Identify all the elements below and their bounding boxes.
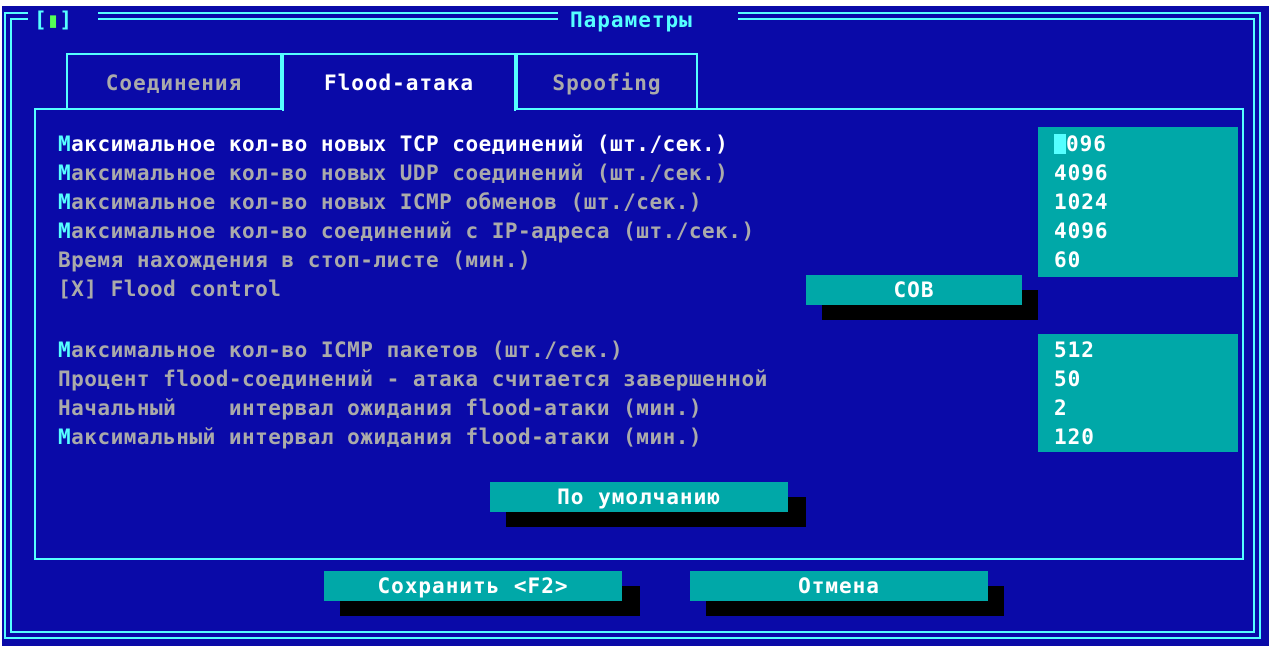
initial-interval-value-field[interactable]: 2	[1054, 393, 1068, 423]
row-label: аксимальный интервал ожидания flood-атак…	[71, 425, 703, 449]
defaults-button[interactable]: По умолчанию	[490, 482, 788, 512]
text-cursor	[1054, 134, 1066, 154]
save-button[interactable]: Сохранить <F2>	[324, 571, 622, 601]
tcp-value-field[interactable]: 096	[1054, 129, 1107, 159]
tab-spoofing[interactable]: Spoofing	[516, 53, 698, 109]
close-icon: ▮	[46, 8, 60, 32]
close-box-right: ]	[59, 8, 72, 32]
setting-row-initial-interval[interactable]: Начальный интервал ожидания flood-атаки …	[58, 393, 702, 423]
close-box[interactable]: [▮]	[34, 8, 72, 32]
setting-row-tcp[interactable]: Максимальное кол-во новых TCP соединений…	[58, 129, 728, 159]
icmp-packets-value-field[interactable]: 512	[1054, 335, 1095, 365]
row-hotkey: М	[58, 338, 72, 362]
row-hotkey: М	[58, 161, 72, 185]
stoplist-time-value-field[interactable]: 60	[1054, 245, 1081, 275]
setting-row-icmp-exchanges[interactable]: Максимальное кол-во новых ICMP обменов (…	[58, 187, 702, 217]
row-label: аксимальное кол-во новых ICMP обменов (ш…	[71, 190, 703, 214]
close-box-left: [	[34, 8, 47, 32]
tab-flood-attack[interactable]: Flood-атака	[282, 53, 516, 111]
row-label: аксимальное кол-во соединений с IP-адрес…	[71, 219, 755, 243]
row-label: аксимальное кол-во ICMP пакетов (шт./сек…	[71, 338, 624, 362]
dialog-title: Параметры	[570, 8, 693, 32]
setting-row-max-interval[interactable]: Максимальный интервал ожидания flood-ата…	[58, 422, 702, 452]
row-label: Начальный интервал ожидания flood-атаки …	[58, 396, 703, 420]
flood-percent-value-field[interactable]: 50	[1054, 364, 1081, 394]
setting-row-udp[interactable]: Максимальное кол-во новых UDP соединений…	[58, 158, 728, 188]
screen: [▮] Параметры Соединения Flood-атака Spo…	[0, 0, 1273, 649]
row-label: Процент flood-соединений - атака считает…	[58, 367, 768, 391]
row-hotkey: М	[58, 219, 72, 243]
cob-button[interactable]: СОВ	[806, 275, 1022, 305]
setting-row-ip-connections[interactable]: Максимальное кол-во соединений с IP-адре…	[58, 216, 755, 246]
row-hotkey: М	[58, 132, 72, 156]
row-label: аксимальное кол-во новых UDP соединений …	[71, 161, 729, 185]
setting-row-flood-percent[interactable]: Процент flood-соединений - атака считает…	[58, 364, 768, 394]
flood-control-checkbox[interactable]: [X] Flood control	[58, 274, 281, 304]
row-label: Время нахождения в стоп-листе (мин.)	[58, 248, 532, 272]
udp-value-field[interactable]: 4096	[1054, 158, 1109, 188]
tcp-value: 096	[1066, 132, 1107, 156]
max-interval-value-field[interactable]: 120	[1054, 422, 1095, 452]
setting-row-icmp-packets[interactable]: Максимальное кол-во ICMP пакетов (шт./се…	[58, 335, 623, 365]
row-hotkey: М	[58, 190, 72, 214]
ip-connections-value-field[interactable]: 4096	[1054, 216, 1109, 246]
row-label: аксимальное кол-во новых TCP соединений …	[71, 132, 729, 156]
setting-row-stoplist-time[interactable]: Время нахождения в стоп-листе (мин.)	[58, 245, 531, 275]
tab-connections[interactable]: Соединения	[66, 53, 282, 109]
row-hotkey: М	[58, 425, 72, 449]
icmp-exchanges-value-field[interactable]: 1024	[1054, 187, 1109, 217]
cancel-button[interactable]: Отмена	[690, 571, 988, 601]
